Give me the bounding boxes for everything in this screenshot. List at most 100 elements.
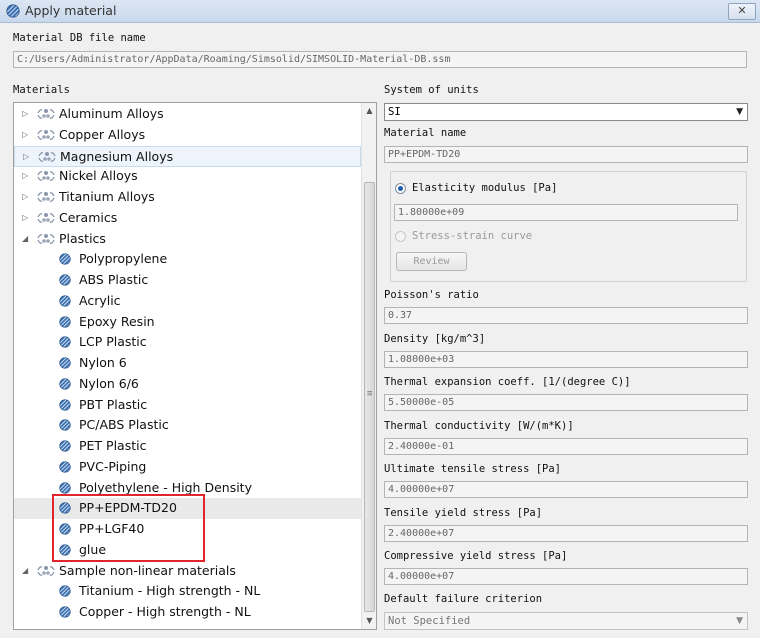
materials-label: Materials <box>13 84 70 96</box>
tree-material-row[interactable]: Polypropylene <box>14 249 361 270</box>
collapsed-triangle-icon[interactable]: ▷ <box>22 212 31 223</box>
tree-material-row[interactable]: Copper - High strength - NL <box>14 602 361 623</box>
atom-folder-icon <box>37 127 55 143</box>
material-disc-icon <box>59 461 71 473</box>
tree-row-label: Titanium - High strength - NL <box>79 583 261 599</box>
elasticity-radio[interactable] <box>395 183 406 194</box>
tree-folder-row[interactable]: ◢ Sample non-linear materials <box>14 561 361 582</box>
tree-row-label: Plastics <box>59 230 106 246</box>
tree-row-label: Aluminum Alloys <box>59 106 164 121</box>
material-disc-icon <box>59 398 71 411</box>
atom-folder-icon <box>38 149 56 165</box>
tree-material-row[interactable]: Acrylic <box>14 291 361 312</box>
tree-material-row[interactable]: Nylon 6/6 <box>14 374 361 395</box>
review-button[interactable]: Review <box>396 252 467 271</box>
tree-material-row[interactable]: PC/ABS Plastic <box>14 415 361 436</box>
failure-criterion-select[interactable]: Not Specified ▼ <box>384 612 748 630</box>
collapsed-triangle-icon[interactable]: ▷ <box>22 108 31 119</box>
units-select[interactable]: SI ▼ <box>384 103 748 121</box>
tree-row-label: Titanium Alloys <box>59 189 155 204</box>
tree-folder-row[interactable]: ▷ Ceramics <box>14 208 361 229</box>
material-app-icon <box>6 4 20 18</box>
annotation-highlight-box <box>52 494 205 562</box>
failure-criterion-label: Default failure criterion <box>384 593 543 605</box>
tree-row-label: Copper Alloys <box>59 126 146 142</box>
property-value-field[interactable]: 5.50000e-05 <box>384 394 748 411</box>
property-label: Density [kg/m^3] <box>384 332 486 345</box>
tree-vertical-scrollbar[interactable]: ▲ ≡ ▼ <box>361 103 376 629</box>
scroll-up-arrow-icon[interactable]: ▲ <box>362 103 376 119</box>
tree-material-row[interactable]: Nylon 6 <box>14 353 361 374</box>
tree-material-row[interactable]: PET Plastic <box>14 436 361 457</box>
tree-material-row[interactable]: PVC-Piping <box>14 457 361 478</box>
tree-folder-row[interactable]: ▷ Aluminum Alloys <box>14 104 361 125</box>
property-value-field[interactable]: 1.08000e+03 <box>384 350 748 368</box>
tree-row-label: Copper - High strength - NL <box>79 604 251 619</box>
tree-row-label: Acrylic <box>79 292 121 308</box>
expanded-triangle-icon[interactable]: ◢ <box>22 233 31 244</box>
material-disc-icon <box>59 378 71 390</box>
scroll-thumb[interactable]: ≡ <box>364 182 375 612</box>
property-value-field[interactable]: 2.40000e+07 <box>384 524 748 542</box>
material-disc-icon <box>59 606 71 618</box>
property-value-field[interactable]: 2.40000e-01 <box>384 437 748 455</box>
atom-folder-icon <box>37 210 55 226</box>
tree-row-label: PBT Plastic <box>79 396 148 412</box>
tree-row-label: Magnesium Alloys <box>60 148 174 164</box>
property-label: Thermal conductivity [W/(m*K)] <box>384 419 574 432</box>
elasticity-field[interactable]: 1.80000e+09 <box>394 204 738 221</box>
scroll-grip-icon: ≡ <box>367 389 373 399</box>
material-name-label: Material name <box>384 127 467 139</box>
material-disc-icon <box>59 481 71 494</box>
atom-folder-icon <box>37 106 55 122</box>
atom-folder-icon <box>37 168 55 184</box>
tree-row-label: Ceramics <box>59 209 118 225</box>
property-label: Tensile yield stress [Pa] <box>384 506 543 519</box>
material-disc-icon <box>59 440 71 452</box>
db-file-path-field[interactable]: C:/Users/Administrator/AppData/Roaming/S… <box>13 51 747 68</box>
property-label: Ultimate tensile stress [Pa] <box>384 463 562 475</box>
tree-folder-row[interactable]: ◢ Plastics <box>14 229 361 250</box>
tree-folder-row[interactable]: ▷ Magnesium Alloys <box>14 145 361 167</box>
units-label: System of units <box>384 84 479 96</box>
collapsed-triangle-icon[interactable]: ▷ <box>23 151 32 162</box>
stress-strain-radio[interactable] <box>395 231 406 242</box>
elasticity-label: Elasticity modulus [Pa] <box>412 182 558 194</box>
tree-folder-row[interactable]: ▷ Titanium Alloys <box>14 187 361 208</box>
tree-row-label: PET Plastic <box>79 438 147 453</box>
tree-material-row[interactable]: Titanium - High strength - NL <box>14 581 361 602</box>
collapsed-triangle-icon[interactable]: ▷ <box>22 170 31 181</box>
material-disc-icon <box>59 357 71 369</box>
tree-material-row[interactable]: Epoxy Resin <box>14 312 361 333</box>
material-name-field[interactable]: PP+EPDM-TD20 <box>384 146 748 163</box>
material-disc-icon <box>59 274 71 286</box>
tree-material-row[interactable]: PBT Plastic <box>14 395 361 416</box>
tree-row-label: Nylon 6 <box>79 355 127 370</box>
db-file-label: Material DB file name <box>13 32 146 44</box>
tree-row-label: Polyethylene - High Density <box>79 479 252 495</box>
property-value-field[interactable]: 0.37 <box>384 307 748 324</box>
tree-row-label: ABS Plastic <box>79 272 149 287</box>
property-value-field[interactable]: 4.00000e+07 <box>384 568 748 585</box>
expanded-triangle-icon[interactable]: ◢ <box>22 565 31 576</box>
material-disc-icon <box>59 315 71 328</box>
collapsed-triangle-icon[interactable]: ▷ <box>22 129 31 140</box>
units-value: SI <box>388 106 401 118</box>
material-disc-icon <box>59 336 71 348</box>
tree-folder-row[interactable]: ▷ Copper Alloys <box>14 125 361 146</box>
property-label: Compressive yield stress [Pa] <box>384 550 568 562</box>
property-label: Poisson's ratio <box>384 289 479 301</box>
property-value-field[interactable]: 4.00000e+07 <box>384 481 748 498</box>
collapsed-triangle-icon[interactable]: ▷ <box>22 191 31 202</box>
tree-folder-row[interactable]: ▷ Nickel Alloys <box>14 166 361 187</box>
scroll-down-arrow-icon[interactable]: ▼ <box>362 613 376 629</box>
property-label: Thermal expansion coeff. [1/(degree C)] <box>384 376 631 388</box>
material-disc-icon <box>59 419 71 431</box>
tree-row-label: PVC-Piping <box>79 458 147 474</box>
dropdown-arrow-icon: ▼ <box>736 107 743 117</box>
tree-row-label: Nickel Alloys <box>59 168 138 184</box>
close-button[interactable]: ✕ <box>728 3 756 20</box>
tree-material-row[interactable]: LCP Plastic <box>14 332 361 353</box>
atom-folder-icon <box>37 231 55 247</box>
tree-material-row[interactable]: ABS Plastic <box>14 270 361 291</box>
